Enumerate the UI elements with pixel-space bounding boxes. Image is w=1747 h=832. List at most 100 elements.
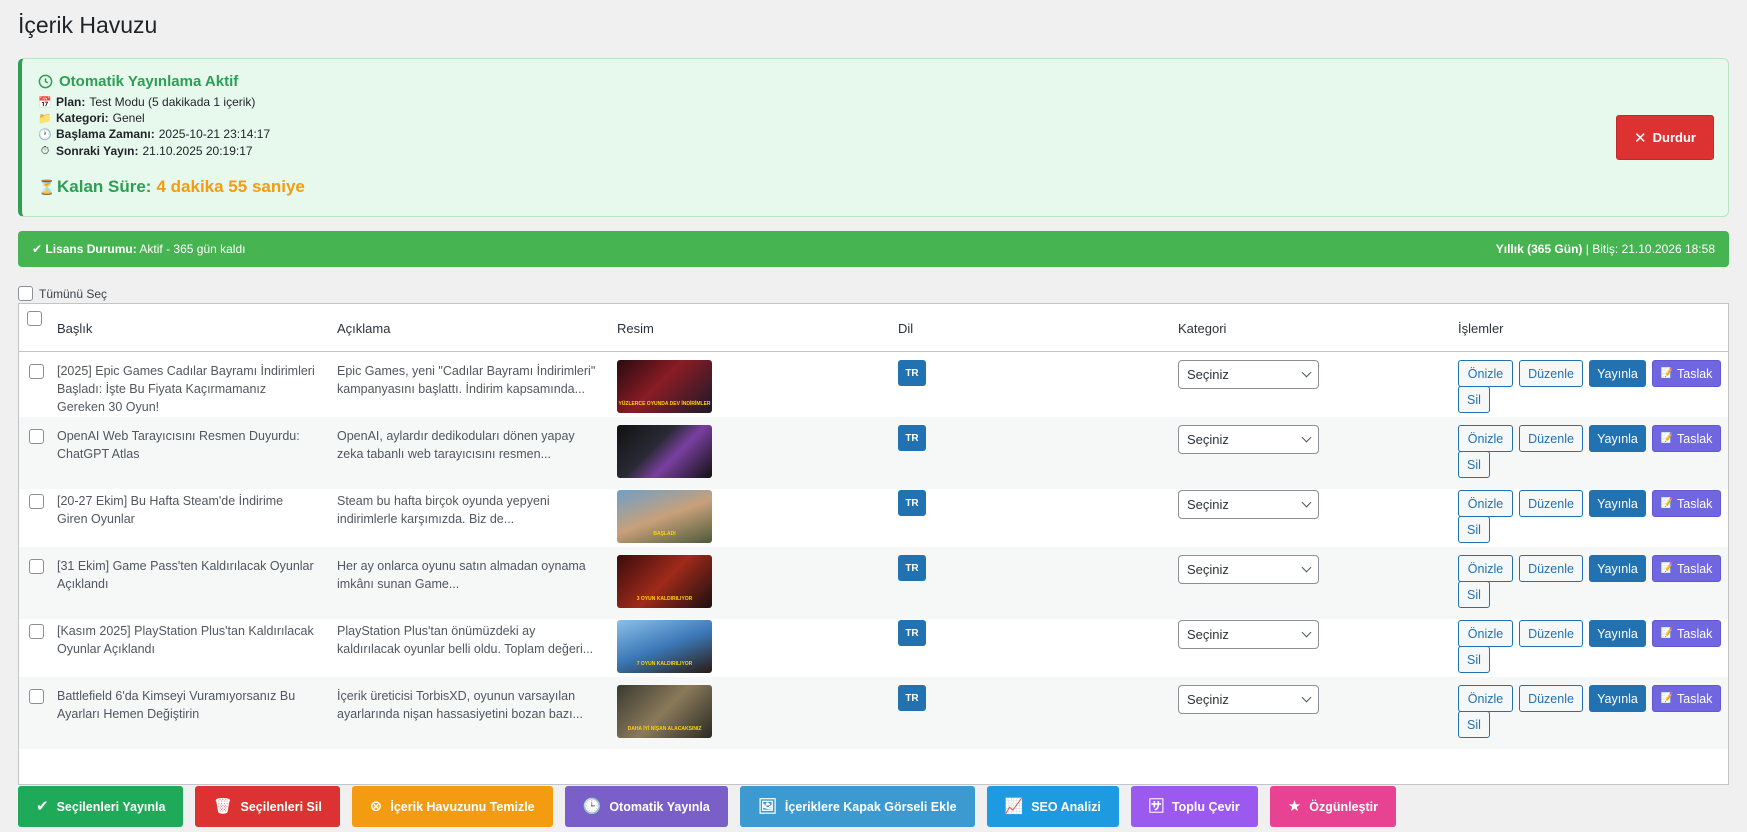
delete-button[interactable]: Sil [1458, 711, 1490, 738]
row-thumbnail: DAHA İYİ NİŞAN ALACAKSINIZ [617, 685, 712, 738]
edit-button[interactable]: Düzenle [1519, 490, 1583, 517]
next-publish-line: ⏱ Sonraki Yayın: 21.10.2025 20:19:17 [38, 144, 253, 158]
column-description: Açıklama [337, 321, 391, 336]
draft-button[interactable]: 📝 Taslak [1652, 620, 1721, 647]
chevron-down-icon [1301, 627, 1312, 638]
table-row: [20-27 Ekim] Bu Hafta Steam'de İndirime … [19, 482, 1728, 554]
draft-button[interactable]: 📝 Taslak [1652, 685, 1721, 712]
language-badge: TR [898, 490, 926, 516]
column-category: Kategori [1178, 321, 1227, 336]
pencil-icon: 📝 [1660, 628, 1673, 639]
draft-button[interactable]: 📝 Taslak [1652, 490, 1721, 517]
row-title: [31 Ekim] Game Pass'ten Kaldırılacak Oyu… [57, 559, 314, 591]
publish-button[interactable]: Yayınla [1589, 425, 1646, 452]
language-badge: TR [898, 685, 926, 711]
star-icon: ★ [1287, 798, 1302, 815]
row-checkbox[interactable] [29, 559, 44, 574]
bulk-action-button[interactable]: 📈 SEO Analizi [986, 786, 1119, 827]
chevron-down-icon [1301, 367, 1312, 378]
chevron-down-icon [1301, 562, 1312, 573]
chevron-down-icon [1301, 497, 1312, 508]
delete-button[interactable]: Sil [1458, 646, 1490, 673]
row-thumbnail: 7 OYUN KALDIRILIYOR [617, 620, 712, 673]
table-row: [Kasım 2025] PlayStation Plus'tan Kaldır… [19, 612, 1728, 684]
draft-button[interactable]: 📝 Taslak [1652, 555, 1721, 582]
draft-button[interactable]: 📝 Taslak [1652, 360, 1721, 387]
bulk-action-button[interactable]: 🗑 Seçilenleri Sil [195, 786, 340, 827]
row-description: OpenAI, aylardır dedikoduları dönen yapa… [337, 429, 575, 461]
remaining-time: ⏳ Kalan Süre: 4 dakika 55 saniye [38, 177, 305, 196]
table-row: OpenAI Web Tarayıcısını Resmen Duyurdu: … [19, 417, 1728, 489]
language-badge: TR [898, 360, 926, 386]
translate-icon: 🈂 [1148, 798, 1164, 815]
table-header: Başlık Açıklama Resim Dil Kategori İşlem… [19, 304, 1728, 352]
category-line: 📁 Kategori: Genel [38, 111, 145, 125]
pencil-icon: 📝 [1660, 433, 1673, 444]
row-checkbox[interactable] [29, 429, 44, 444]
header-checkbox[interactable] [27, 311, 42, 326]
publish-button[interactable]: Yayınla [1589, 685, 1646, 712]
column-title: Başlık [57, 321, 93, 336]
category-select[interactable]: Seçiniz [1178, 555, 1319, 584]
select-all[interactable]: Tümünü Seç [18, 286, 107, 301]
license-expiry: Yıllık (365 Gün) | Bitiş: 21.10.2026 18:… [1495, 242, 1715, 256]
stop-button[interactable]: ✕ Durdur [1616, 115, 1714, 160]
bulk-action-button[interactable]: ★ Özgünleştir [1269, 786, 1396, 827]
bulk-action-button[interactable]: ⊗ İçerik Havuzunu Temizle [351, 786, 553, 827]
row-description: PlayStation Plus'tan önümüzdeki ay kaldı… [337, 624, 594, 656]
column-actions: İşlemler [1458, 321, 1504, 336]
preview-button[interactable]: Önizle [1458, 555, 1513, 582]
chevron-down-icon [1301, 432, 1312, 443]
row-checkbox[interactable] [29, 689, 44, 704]
row-title: [20-27 Ekim] Bu Hafta Steam'de İndirime … [57, 494, 284, 526]
edit-button[interactable]: Düzenle [1519, 555, 1583, 582]
publish-button[interactable]: Yayınla [1589, 490, 1646, 517]
edit-button[interactable]: Düzenle [1519, 620, 1583, 647]
row-checkbox[interactable] [29, 364, 44, 379]
delete-button[interactable]: Sil [1458, 516, 1490, 543]
preview-button[interactable]: Önizle [1458, 360, 1513, 387]
delete-button[interactable]: Sil [1458, 581, 1490, 608]
category-select[interactable]: Seçiniz [1178, 490, 1319, 519]
row-thumbnail: BAŞLADI [617, 490, 712, 543]
hourglass-icon: ⏳ [38, 178, 56, 195]
edit-button[interactable]: Düzenle [1519, 685, 1583, 712]
category-select[interactable]: Seçiniz [1178, 360, 1319, 389]
preview-button[interactable]: Önizle [1458, 490, 1513, 517]
license-status-bar: ✔ Lisans Durumu: Aktif - 365 gün kaldı Y… [18, 231, 1729, 267]
delete-button[interactable]: Sil [1458, 451, 1490, 478]
row-checkbox[interactable] [29, 624, 44, 639]
folder-icon: 📁 [38, 112, 52, 125]
category-select[interactable]: Seçiniz [1178, 425, 1319, 454]
trash-icon: 🗑 [213, 798, 233, 815]
preview-button[interactable]: Önizle [1458, 425, 1513, 452]
row-thumbnail: 3 OYUN KALDIRILIYOR [617, 555, 712, 608]
edit-button[interactable]: Düzenle [1519, 425, 1583, 452]
row-checkbox[interactable] [29, 494, 44, 509]
select-all-checkbox[interactable] [18, 286, 33, 301]
thumbnail-caption: DAHA İYİ NİŞAN ALACAKSINIZ [627, 726, 702, 732]
bulk-action-button[interactable]: 🈂 Toplu Çevir [1130, 786, 1258, 827]
thumbnail-caption: 7 OYUN KALDIRILIYOR [636, 661, 693, 667]
delete-button[interactable]: Sil [1458, 386, 1490, 413]
publish-button[interactable]: Yayınla [1589, 620, 1646, 647]
start-time-line: 🕐 Başlama Zamanı: 2025-10-21 23:14:17 [38, 127, 271, 141]
category-select[interactable]: Seçiniz [1178, 685, 1319, 714]
bulk-action-button[interactable]: ✔ Seçilenleri Yayınla [18, 786, 184, 827]
preview-button[interactable]: Önizle [1458, 685, 1513, 712]
edit-button[interactable]: Düzenle [1519, 360, 1583, 387]
row-description: Her ay onlarca oyunu satın almadan oynam… [337, 559, 586, 591]
bulk-action-button[interactable]: 🕒 Otomatik Yayınla [564, 786, 728, 827]
draft-button[interactable]: 📝 Taslak [1652, 425, 1721, 452]
auto-publish-title: Otomatik Yayınlama Aktif [38, 73, 238, 90]
language-badge: TR [898, 555, 926, 581]
publish-button[interactable]: Yayınla [1589, 555, 1646, 582]
row-title: OpenAI Web Tarayıcısını Resmen Duyurdu: … [57, 429, 300, 461]
table-row: [2025] Epic Games Cadılar Bayramı İndiri… [19, 352, 1728, 424]
license-status: ✔ Lisans Durumu: Aktif - 365 gün kaldı [32, 242, 246, 256]
publish-button[interactable]: Yayınla [1589, 360, 1646, 387]
preview-button[interactable]: Önizle [1458, 620, 1513, 647]
bulk-action-button[interactable]: 🖼 İçeriklere Kapak Görseli Ekle [739, 786, 975, 827]
thumbnail-caption: 3 OYUN KALDIRILIYOR [636, 596, 693, 602]
category-select[interactable]: Seçiniz [1178, 620, 1319, 649]
